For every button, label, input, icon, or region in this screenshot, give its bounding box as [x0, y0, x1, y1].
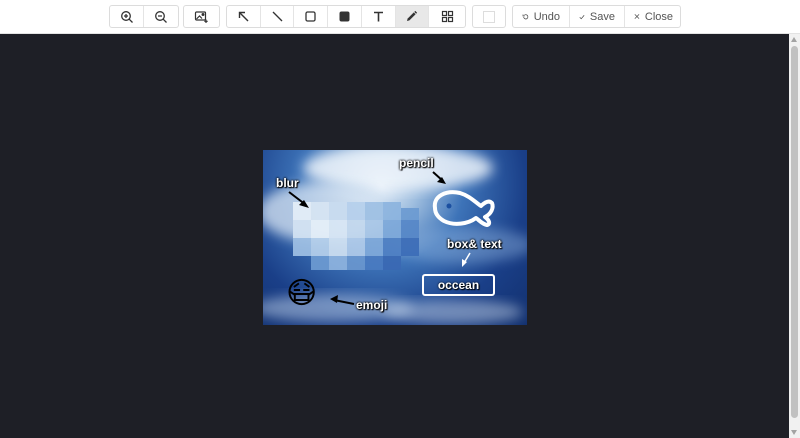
blur-annotation-label: blur: [276, 176, 299, 190]
grid-tool-button[interactable]: [429, 6, 465, 27]
close-button[interactable]: Close: [625, 6, 680, 27]
emoji-annotation-label: emoji: [356, 298, 388, 312]
scroll-down-icon[interactable]: [791, 430, 797, 435]
drawing-tools-group: [226, 5, 466, 28]
save-label: Save: [589, 10, 615, 23]
editor-toolbar: Undo Save Close: [0, 0, 800, 34]
zoom-out-icon: [155, 10, 167, 23]
text-icon: [373, 11, 383, 22]
undo-button[interactable]: Undo: [513, 6, 570, 27]
text-tool-button[interactable]: [362, 6, 396, 27]
close-label: Close: [644, 10, 673, 23]
pencil-tool-button[interactable]: [395, 6, 430, 27]
zoom-group: [109, 5, 179, 28]
rectangle-tool-button[interactable]: [294, 6, 329, 27]
image-fit-icon: [194, 10, 208, 23]
rectangle-icon: [305, 11, 316, 22]
close-icon: [634, 14, 640, 19]
color-swatch: [483, 10, 495, 23]
pencil-fish-drawing: [432, 190, 495, 227]
fit-image-button[interactable]: [184, 6, 219, 27]
fill-rectangle-tool-button[interactable]: [328, 6, 362, 27]
blur-pixelated-region: [293, 202, 419, 270]
color-picker-button[interactable]: [473, 6, 505, 27]
color-group: [472, 5, 506, 28]
pencil-fish-eye: [446, 203, 452, 209]
arrow-icon: [238, 11, 249, 22]
vertical-scrollbar[interactable]: [789, 34, 800, 438]
check-icon: [579, 14, 585, 19]
zoom-in-icon: [120, 10, 133, 23]
box-text-annotation-label: box& text: [447, 237, 502, 251]
fill-rectangle-icon: [339, 11, 350, 22]
actions-group: Undo Save Close: [512, 5, 681, 28]
zoom-out-button[interactable]: [144, 6, 178, 27]
pencil-icon: [407, 10, 418, 21]
line-icon: [272, 11, 283, 22]
grid-icon: [441, 10, 453, 23]
scroll-up-icon[interactable]: [791, 37, 797, 42]
fit-group: [183, 5, 220, 28]
line-tool-button[interactable]: [261, 6, 295, 27]
emoji-mask-icon: 😷: [286, 276, 318, 311]
zoom-in-button[interactable]: [110, 6, 145, 27]
image-canvas[interactable]: blur pencil box& text occean emoji 😷: [263, 150, 527, 325]
pencil-annotation-label: pencil: [399, 156, 434, 170]
undo-label: Undo: [533, 10, 560, 23]
text-box-annotation: occean: [422, 274, 495, 296]
scrollbar-thumb[interactable]: [791, 46, 798, 418]
undo-icon: [522, 13, 529, 19]
save-button[interactable]: Save: [570, 6, 625, 27]
arrow-tool-button[interactable]: [227, 6, 261, 27]
text-box-value: occean: [437, 278, 480, 292]
